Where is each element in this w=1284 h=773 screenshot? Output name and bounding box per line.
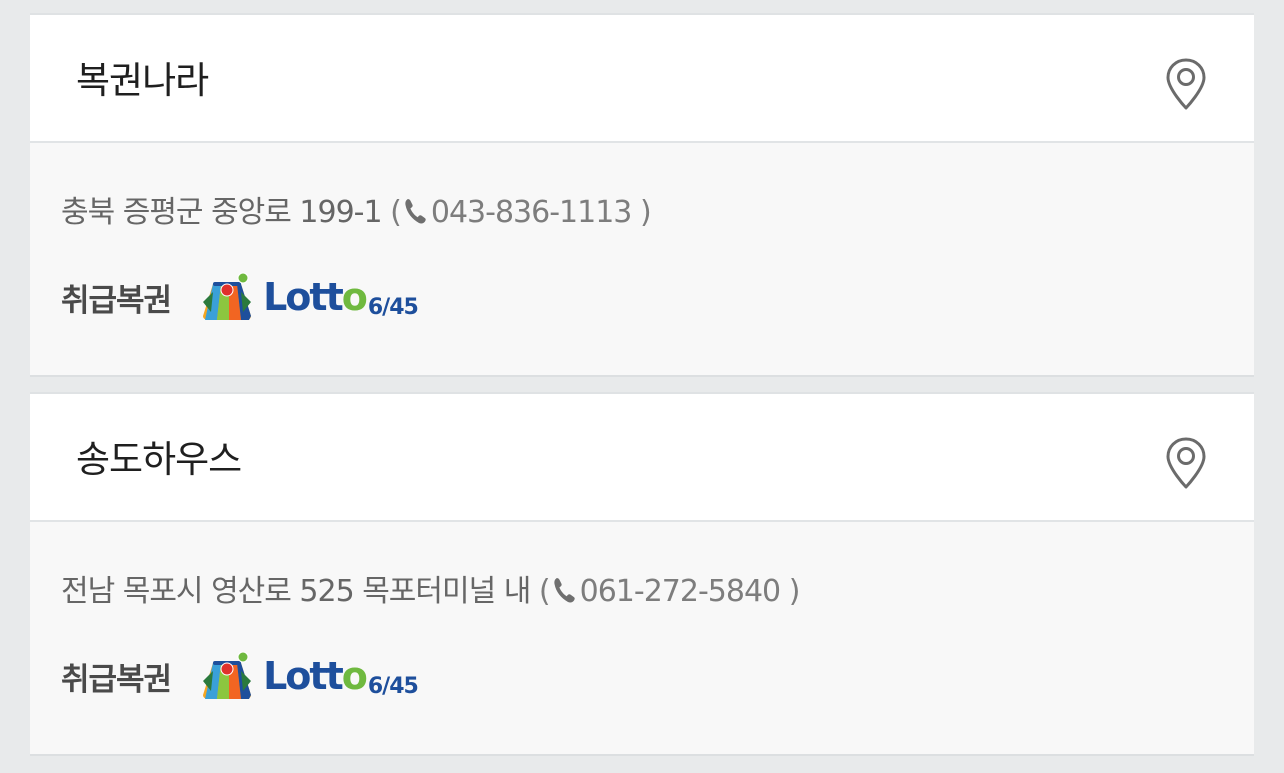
store-phone-group[interactable]: (061-272-5840 ) [539, 574, 800, 609]
lotto-wordmark: Lotto [263, 654, 368, 698]
phone-open-paren: ( [538, 574, 551, 609]
lotto-sub: 6/45 [367, 674, 419, 699]
store-header: 복권나라 [30, 13, 1254, 143]
phone-close-paren: ) [639, 195, 652, 230]
store-header: 송도하우스 [30, 392, 1254, 522]
lotto-word-b: o [341, 654, 368, 698]
lotto-645-logo: Lotto 6/45 [199, 651, 419, 701]
lotto-bag-icon [203, 272, 252, 320]
phone-open-paren: ( [390, 195, 402, 230]
store-phone-group[interactable]: (043-836-1113 ) [390, 195, 651, 230]
store-details: 전남 목포시 영산로 525 목포터미널 내 (061-272-5840 ) 취… [30, 522, 1254, 754]
location-pin-icon[interactable] [1164, 436, 1208, 490]
lotto-word-b: o [341, 275, 368, 319]
phone-close-paren: ) [788, 574, 801, 609]
phone-icon [553, 578, 575, 603]
lotto-wordmark: Lotto [263, 275, 368, 319]
store-card: 복권나라 충북 증평군 중앙로 199-1 (043-836-1113 ) 취급… [30, 13, 1254, 377]
lotto-bag-icon [203, 651, 252, 699]
lotto-word-a: Lott [263, 275, 344, 319]
lotto-645-logo: Lotto 6/45 [199, 272, 419, 322]
store-phone: 043-836-1113 [430, 195, 633, 230]
store-address: 충북 증평군 중앙로 199-1 [61, 195, 383, 230]
lottery-types: 취급복권 Lotto 6/45 [61, 648, 419, 704]
store-address-line: 전남 목포시 영산로 525 목포터미널 내 (061-272-5840 ) [61, 572, 800, 612]
lottery-types: 취급복권 Lotto 6/45 [61, 269, 419, 325]
location-pin-icon[interactable] [1164, 57, 1208, 111]
store-list: 복권나라 충북 증평군 중앙로 199-1 (043-836-1113 ) 취급… [30, 13, 1254, 771]
store-card: 송도하우스 전남 목포시 영산로 525 목포터미널 내 (061-272-58… [30, 392, 1254, 756]
phone-icon [405, 199, 426, 224]
store-details: 충북 증평군 중앙로 199-1 (043-836-1113 ) 취급복권 Lo… [30, 143, 1254, 375]
lottery-types-label: 취급복권 [61, 661, 172, 698]
lotto-word-a: Lott [263, 654, 344, 698]
lotto-sub: 6/45 [367, 295, 419, 320]
store-phone: 061-272-5840 [579, 574, 782, 609]
store-name: 송도하우스 [76, 438, 242, 481]
store-name: 복권나라 [76, 59, 209, 102]
lottery-types-label: 취급복권 [61, 282, 172, 319]
store-address-line: 충북 증평군 중앙로 199-1 (043-836-1113 ) [61, 193, 652, 233]
store-address: 전남 목포시 영산로 525 목포터미널 내 [61, 574, 531, 609]
